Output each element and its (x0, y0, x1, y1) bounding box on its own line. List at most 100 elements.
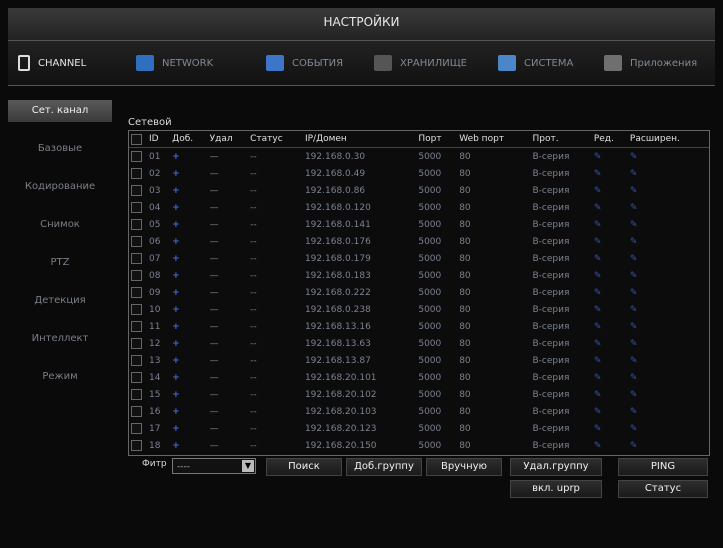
extend-icon[interactable]: ✎ (628, 335, 709, 352)
add-icon[interactable]: + (170, 199, 207, 216)
delete-icon[interactable]: — (208, 148, 248, 166)
edit-icon[interactable]: ✎ (592, 420, 628, 437)
row-select[interactable] (129, 437, 147, 454)
row-checkbox[interactable] (131, 151, 142, 162)
edit-icon[interactable]: ✎ (592, 284, 628, 301)
row-checkbox[interactable] (131, 185, 142, 196)
extend-icon[interactable]: ✎ (628, 216, 709, 233)
filter-select[interactable]: ---- ▼ (172, 458, 256, 474)
status-button[interactable]: Статус (618, 480, 708, 498)
extend-icon[interactable]: ✎ (628, 148, 709, 166)
edit-icon[interactable]: ✎ (592, 233, 628, 250)
add-icon[interactable]: + (170, 403, 207, 420)
edit-icon[interactable]: ✎ (592, 216, 628, 233)
row-checkbox[interactable] (131, 168, 142, 179)
delete-icon[interactable]: — (208, 420, 248, 437)
add-icon[interactable]: + (170, 284, 207, 301)
extend-icon[interactable]: ✎ (628, 437, 709, 454)
extend-icon[interactable]: ✎ (628, 403, 709, 420)
add-icon[interactable]: + (170, 335, 207, 352)
extend-icon[interactable]: ✎ (628, 420, 709, 437)
edit-icon[interactable]: ✎ (592, 437, 628, 454)
row-select[interactable] (129, 420, 147, 437)
add-icon[interactable]: + (170, 250, 207, 267)
table-row[interactable]: 06 + — -- 192.168.0.176 5000 80 B-серия ✎ ✎ (129, 233, 709, 250)
row-checkbox[interactable] (131, 270, 142, 281)
add-icon[interactable]: + (170, 216, 207, 233)
table-row[interactable]: 01 + — -- 192.168.0.30 5000 80 B-серия ✎ ✎ (129, 148, 709, 166)
tab-system[interactable]: СИСТЕМА (498, 51, 573, 75)
row-select[interactable] (129, 386, 147, 403)
row-checkbox[interactable] (131, 321, 142, 332)
row-checkbox[interactable] (131, 219, 142, 230)
add-icon[interactable]: + (170, 318, 207, 335)
edit-icon[interactable]: ✎ (592, 165, 628, 182)
extend-icon[interactable]: ✎ (628, 318, 709, 335)
select-all-checkbox[interactable] (131, 133, 142, 145)
table-row[interactable]: 09 + — -- 192.168.0.222 5000 80 B-серия ✎ ✎ (129, 284, 709, 301)
tab-apps[interactable]: Приложения (604, 51, 697, 75)
add-icon[interactable]: + (170, 182, 207, 199)
tab-storage[interactable]: ХРАНИЛИЩЕ (374, 51, 467, 75)
delete-icon[interactable]: — (208, 437, 248, 454)
tab-channel[interactable]: CHANNEL (18, 51, 86, 75)
delete-icon[interactable]: — (208, 352, 248, 369)
row-select[interactable] (129, 216, 147, 233)
add-icon[interactable]: + (170, 437, 207, 454)
table-row[interactable]: 12 + — -- 192.168.13.63 5000 80 B-серия ✎ ✎ (129, 335, 709, 352)
table-row[interactable]: 05 + — -- 192.168.0.141 5000 80 B-серия ✎ ✎ (129, 216, 709, 233)
edit-icon[interactable]: ✎ (592, 182, 628, 199)
add-icon[interactable]: + (170, 420, 207, 437)
row-select[interactable] (129, 318, 147, 335)
row-select[interactable] (129, 403, 147, 420)
extend-icon[interactable]: ✎ (628, 369, 709, 386)
sidebar-item-network-channel[interactable]: Сет. канал (8, 100, 112, 122)
tab-events[interactable]: СОБЫТИЯ (266, 51, 343, 75)
row-select[interactable] (129, 233, 147, 250)
edit-icon[interactable]: ✎ (592, 369, 628, 386)
delete-icon[interactable]: — (208, 369, 248, 386)
extend-icon[interactable]: ✎ (628, 250, 709, 267)
ping-button[interactable]: PING (618, 458, 708, 476)
extend-icon[interactable]: ✎ (628, 182, 709, 199)
row-select[interactable] (129, 301, 147, 318)
table-row[interactable]: 07 + — -- 192.168.0.179 5000 80 B-серия ✎ ✎ (129, 250, 709, 267)
table-row[interactable]: 15 + — -- 192.168.20.102 5000 80 B-серия ✎ ✎ (129, 386, 709, 403)
manual-button[interactable]: Вручную (426, 458, 502, 476)
sidebar-item-mode[interactable]: Режим (8, 366, 112, 388)
table-row[interactable]: 14 + — -- 192.168.20.101 5000 80 B-серия ✎ ✎ (129, 369, 709, 386)
table-row[interactable]: 17 + — -- 192.168.20.123 5000 80 B-серия ✎ ✎ (129, 420, 709, 437)
table-row[interactable]: 08 + — -- 192.168.0.183 5000 80 B-серия ✎ ✎ (129, 267, 709, 284)
edit-icon[interactable]: ✎ (592, 335, 628, 352)
extend-icon[interactable]: ✎ (628, 165, 709, 182)
row-checkbox[interactable] (131, 406, 142, 417)
edit-icon[interactable]: ✎ (592, 250, 628, 267)
row-checkbox[interactable] (131, 440, 142, 451)
delete-icon[interactable]: — (208, 301, 248, 318)
table-row[interactable]: 03 + — -- 192.168.0.86 5000 80 B-серия ✎ ✎ (129, 182, 709, 199)
chevron-down-icon[interactable]: ▼ (242, 460, 254, 472)
add-icon[interactable]: + (170, 352, 207, 369)
edit-icon[interactable]: ✎ (592, 352, 628, 369)
row-checkbox[interactable] (131, 338, 142, 349)
row-checkbox[interactable] (131, 253, 142, 264)
search-button[interactable]: Поиск (266, 458, 342, 476)
delete-icon[interactable]: — (208, 267, 248, 284)
row-checkbox[interactable] (131, 236, 142, 247)
row-select[interactable] (129, 199, 147, 216)
row-select[interactable] (129, 250, 147, 267)
add-icon[interactable]: + (170, 165, 207, 182)
delete-icon[interactable]: — (208, 216, 248, 233)
add-icon[interactable]: + (170, 148, 207, 166)
row-checkbox[interactable] (131, 355, 142, 366)
edit-icon[interactable]: ✎ (592, 148, 628, 166)
add-icon[interactable]: + (170, 267, 207, 284)
add-icon[interactable]: + (170, 369, 207, 386)
add-icon[interactable]: + (170, 301, 207, 318)
edit-icon[interactable]: ✎ (592, 267, 628, 284)
edit-icon[interactable]: ✎ (592, 318, 628, 335)
row-checkbox[interactable] (131, 304, 142, 315)
edit-icon[interactable]: ✎ (592, 199, 628, 216)
sidebar-item-detection[interactable]: Детекция (8, 290, 112, 312)
sidebar-item-snapshot[interactable]: Снимок (8, 214, 112, 236)
